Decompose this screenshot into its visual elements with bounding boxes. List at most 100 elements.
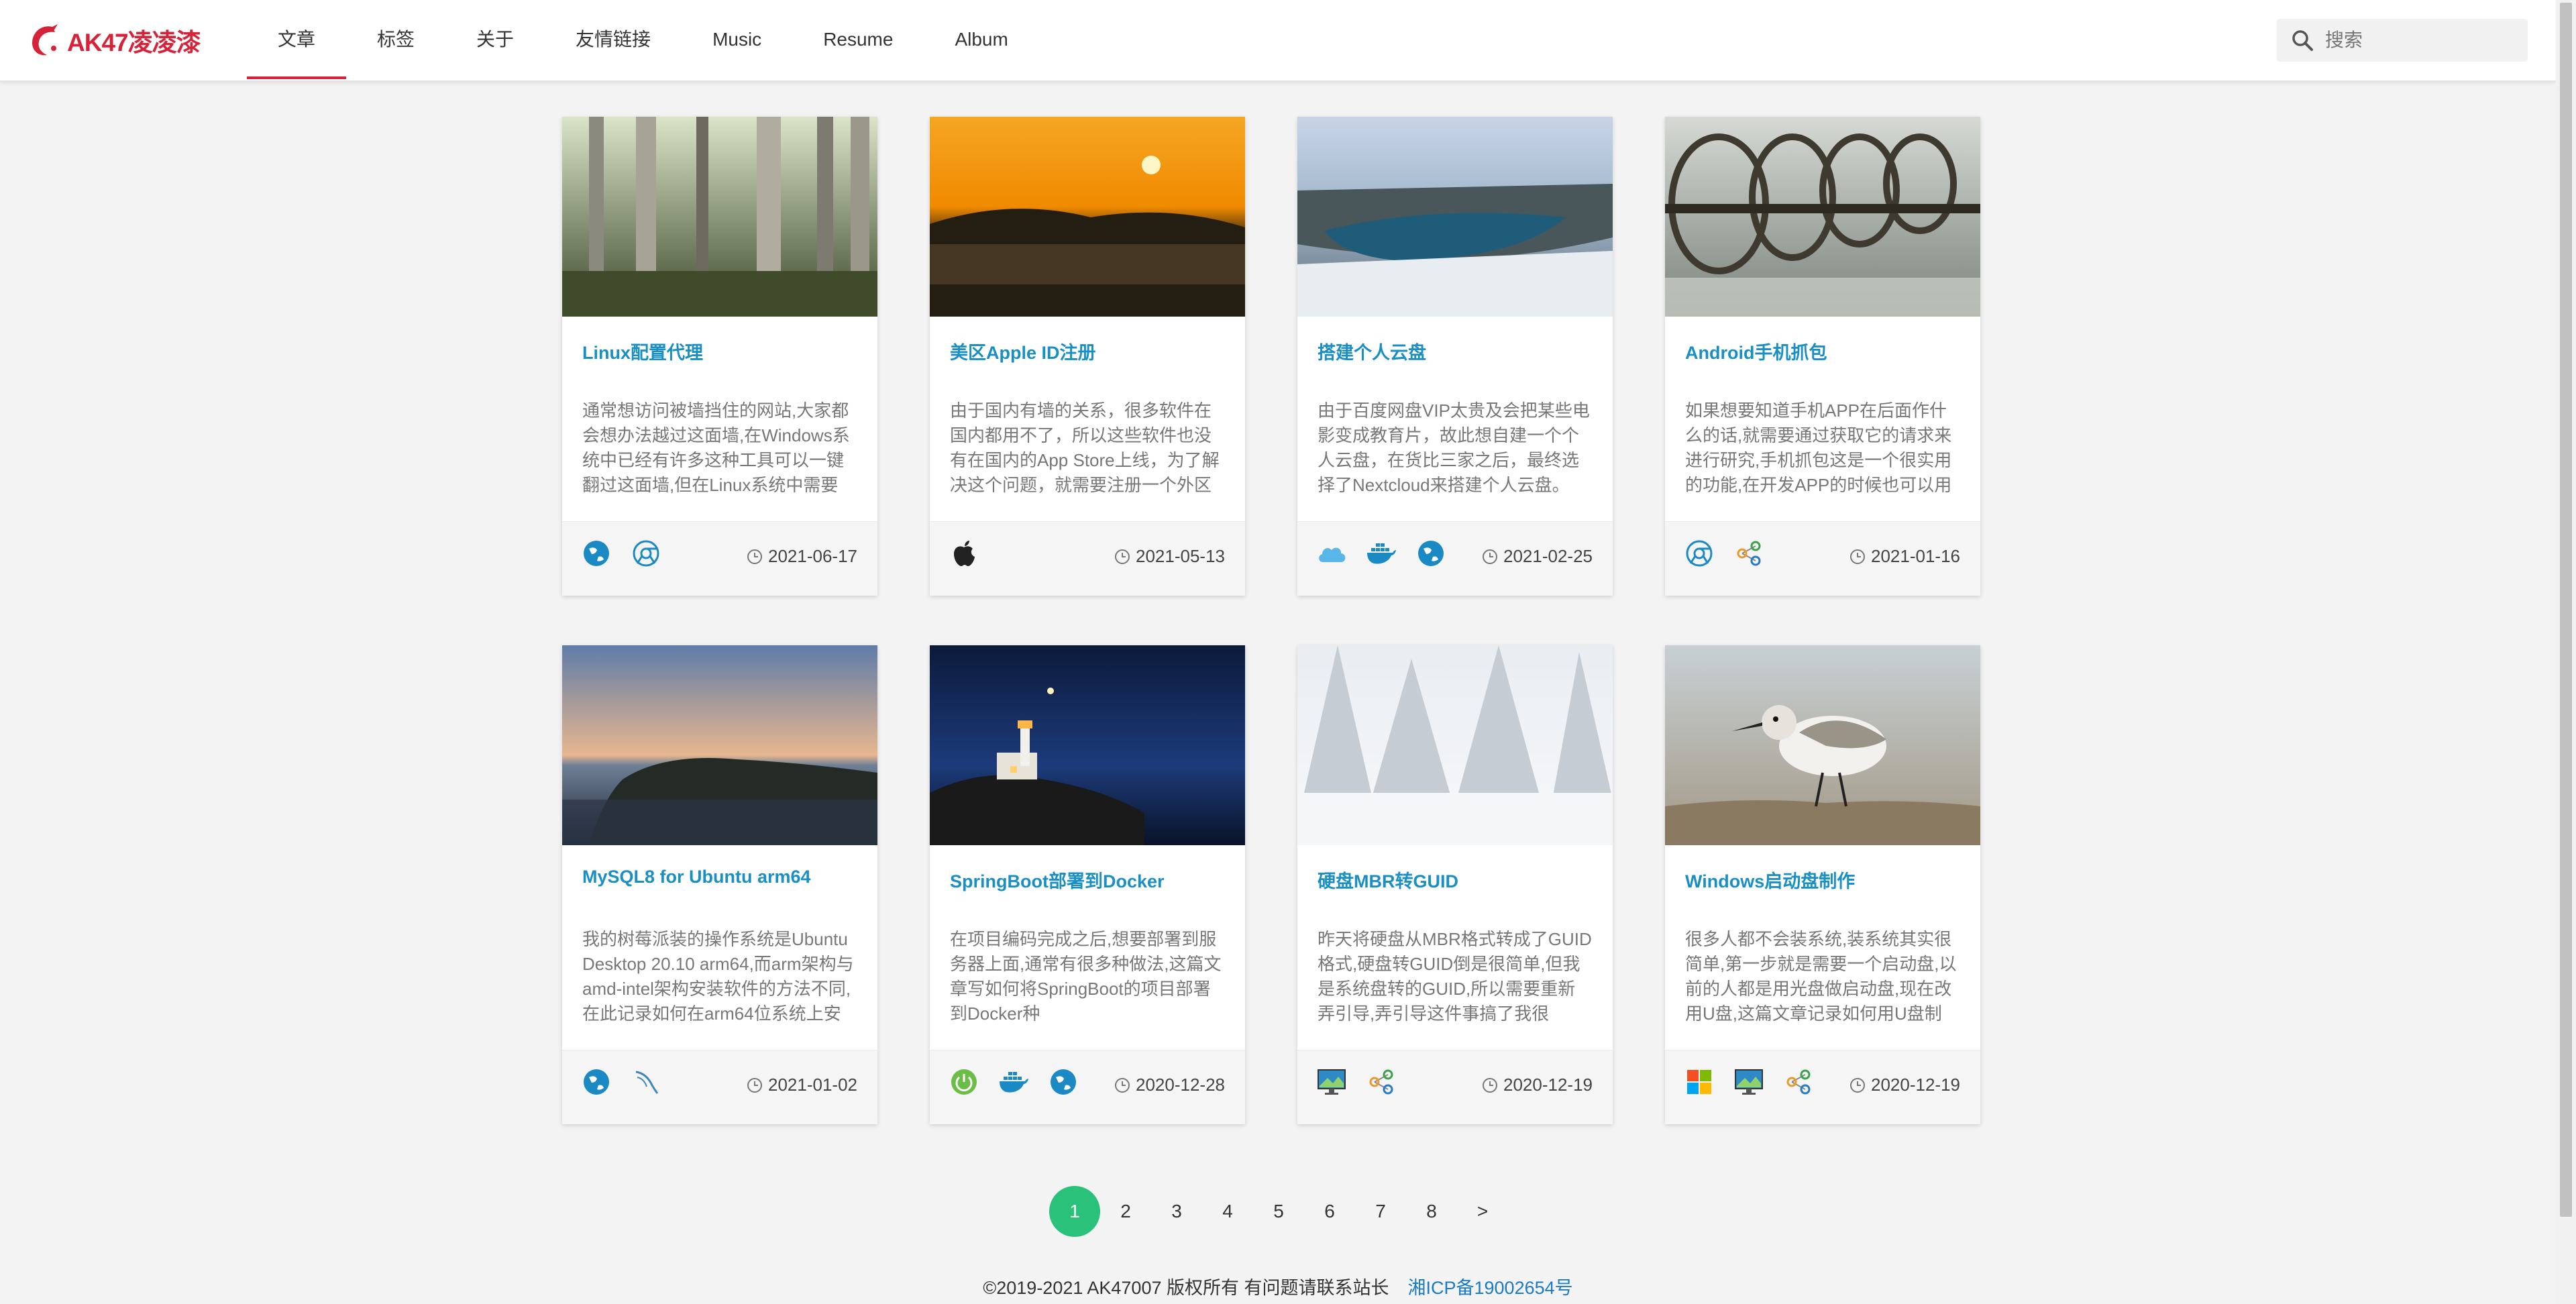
windows-icon[interactable] <box>1684 1067 1715 1097</box>
forest-photo[interactable] <box>562 117 877 317</box>
card-description: 由于百度网盘VIP太贵及会把某些电影变成教育片，故此想自建一个个人云盘，在货比三… <box>1318 400 1590 495</box>
river-canyon-photo[interactable] <box>1297 117 1613 317</box>
date-text: 2020-12-28 <box>1136 1075 1225 1095</box>
nav-item-music[interactable]: Music <box>682 0 792 79</box>
page-6-button[interactable]: 6 <box>1304 1186 1355 1237</box>
card-footer: 2020-12-28 <box>930 1050 1245 1124</box>
lighthouse-photo[interactable] <box>930 645 1245 845</box>
page-5-button[interactable]: 5 <box>1253 1186 1304 1237</box>
nav-item-resume[interactable]: Resume <box>792 0 924 79</box>
card-footer: 2020-12-19 <box>1665 1050 1980 1124</box>
monitor-icon[interactable] <box>1316 1067 1347 1097</box>
card-description: 如果想要知道手机APP在后面作什么的话,就需要通过获取它的请求来进行研究,手机抓… <box>1685 400 1952 495</box>
card-date: 2020-12-19 <box>1849 1075 1960 1095</box>
card-title[interactable]: Windows启动盘制作 <box>1685 867 1855 893</box>
card-title[interactable]: SpringBoot部署到Docker <box>950 867 1165 893</box>
page-4-button[interactable]: 4 <box>1202 1186 1253 1237</box>
clock-icon <box>1850 549 1865 564</box>
docker-icon[interactable] <box>1366 538 1397 569</box>
card-title[interactable]: 搭建个人云盘 <box>1318 338 1426 364</box>
main-nav: 文章 标签 关于 友情链接 Music Resume Album <box>247 0 1039 80</box>
cloud-icon[interactable] <box>1316 538 1347 569</box>
sunset-lake-photo[interactable] <box>930 117 1245 317</box>
card-title[interactable]: 美区Apple ID注册 <box>950 338 1096 364</box>
article-card[interactable]: Linux配置代理 通常想访问被墙挡住的网站,大家都会想办法越过这面墙,在Win… <box>562 117 877 596</box>
clock-icon <box>747 549 762 564</box>
share-icon[interactable] <box>1733 538 1764 569</box>
article-card[interactable]: Android手机抓包 如果想要知道手机APP在后面作什么的话,就需要通过获取它… <box>1665 117 1980 596</box>
card-date: 2020-12-28 <box>1114 1075 1225 1095</box>
card-footer: 2021-02-25 <box>1297 521 1613 596</box>
card-description: 由于国内有墙的关系，很多软件在国内都用不了，所以这些软件也没有在国内的App S… <box>950 400 1220 495</box>
chrome-icon[interactable] <box>631 538 661 569</box>
page-1-button[interactable]: 1 <box>1049 1186 1100 1237</box>
nav-item-album[interactable]: Album <box>924 0 1038 79</box>
date-text: 2020-12-19 <box>1871 1075 1960 1095</box>
globe-icon[interactable] <box>1048 1067 1079 1097</box>
monitor-icon[interactable] <box>1733 1067 1764 1097</box>
sandpiper-photo[interactable] <box>1665 645 1980 845</box>
card-title[interactable]: MySQL8 for Ubuntu arm64 <box>582 867 811 887</box>
card-description: 昨天将硬盘从MBR格式转成了GUID格式,硬盘转GUID倒是很简单,但我是系统盘… <box>1318 929 1592 1024</box>
scrollbar-thumb[interactable] <box>2560 3 2572 1217</box>
article-card[interactable]: 硬盘MBR转GUID 昨天将硬盘从MBR格式转成了GUID格式,硬盘转GUID倒… <box>1297 645 1613 1124</box>
globe-icon[interactable] <box>1415 538 1446 569</box>
search-input[interactable] <box>2324 29 2521 52</box>
card-description: 通常想访问被墙挡住的网站,大家都会想办法越过这面墙,在Windows系统中已经有… <box>582 400 850 495</box>
card-footer: 2020-12-19 <box>1297 1050 1613 1124</box>
card-date: 2021-05-13 <box>1114 546 1225 567</box>
next-page-button[interactable]: > <box>1457 1186 1508 1237</box>
card-date: 2021-02-25 <box>1482 546 1593 567</box>
globe-icon[interactable] <box>581 1067 612 1097</box>
mysql-icon[interactable] <box>631 1067 661 1097</box>
card-title[interactable]: 硬盘MBR转GUID <box>1318 867 1458 893</box>
chrome-icon[interactable] <box>1684 538 1715 569</box>
share-icon[interactable] <box>1366 1067 1397 1097</box>
nav-item-friend-links[interactable]: 友情链接 <box>545 0 682 79</box>
card-date: 2021-01-02 <box>747 1075 857 1095</box>
nav-item-about[interactable]: 关于 <box>445 0 545 79</box>
apple-icon[interactable] <box>949 538 979 569</box>
coast-dusk-photo[interactable] <box>562 645 877 845</box>
page-2-button[interactable]: 2 <box>1100 1186 1151 1237</box>
article-card[interactable]: SpringBoot部署到Docker 在项目编码完成之后,想要部署到服务器上面… <box>930 645 1245 1124</box>
page-8-button[interactable]: 8 <box>1406 1186 1457 1237</box>
page-scrollbar[interactable] <box>2556 0 2576 1304</box>
page-3-button[interactable]: 3 <box>1151 1186 1202 1237</box>
icp-link[interactable]: 湘ICP备19002654号 <box>1408 1278 1573 1298</box>
card-title[interactable]: Linux配置代理 <box>582 338 703 364</box>
article-card[interactable]: MySQL8 for Ubuntu arm64 我的树莓派装的操作系统是Ubun… <box>562 645 877 1124</box>
clock-icon <box>1483 1077 1497 1093</box>
share-icon[interactable] <box>1783 1067 1814 1097</box>
copyright-text: ©2019-2021 AK47007 版权所有 有问题请联系站长 <box>983 1278 1389 1298</box>
card-footer: 2021-05-13 <box>930 521 1245 596</box>
card-date: 2020-12-19 <box>1482 1075 1593 1095</box>
site-logo[interactable]: AK47凌凌漆 <box>27 19 201 62</box>
globe-icon[interactable] <box>581 538 612 569</box>
card-description: 很多人都不会装系统,装系统其实很简单,第一步就是需要一个启动盘,以前的人都是用光… <box>1685 929 1957 1024</box>
top-header: AK47凌凌漆 文章 标签 关于 友情链接 Music Resume Album <box>0 0 2556 82</box>
docker-icon[interactable] <box>998 1067 1029 1097</box>
nav-item-tags[interactable]: 标签 <box>346 0 445 79</box>
wheels-photo[interactable] <box>1665 117 1980 317</box>
card-title[interactable]: Android手机抓包 <box>1685 338 1827 364</box>
page-footer: ©2019-2021 AK47007 版权所有 有问题请联系站长 湘ICP备190… <box>0 1273 2556 1299</box>
clock-icon <box>1850 1077 1865 1093</box>
page-7-button[interactable]: 7 <box>1355 1186 1406 1237</box>
card-footer: 2021-01-16 <box>1665 521 1980 596</box>
site-name: AK47凌凌漆 <box>67 29 201 56</box>
card-footer: 2021-06-17 <box>562 521 877 596</box>
article-card[interactable]: 美区Apple ID注册 由于国内有墙的关系，很多软件在国内都用不了，所以这些软… <box>930 117 1245 596</box>
article-card[interactable]: 搭建个人云盘 由于百度网盘VIP太贵及会把某些电影变成教育片，故此想自建一个个人… <box>1297 117 1613 596</box>
search-icon[interactable] <box>2290 28 2314 52</box>
clock-icon <box>1115 549 1130 564</box>
date-text: 2020-12-19 <box>1503 1075 1593 1095</box>
logo-icon <box>32 24 58 56</box>
clock-icon <box>747 1077 762 1093</box>
article-card[interactable]: Windows启动盘制作 很多人都不会装系统,装系统其实很简单,第一步就是需要一… <box>1665 645 1980 1124</box>
snow-trees-photo[interactable] <box>1297 645 1613 845</box>
nav-item-articles[interactable]: 文章 <box>247 0 347 79</box>
power-icon[interactable] <box>949 1067 979 1097</box>
search-box[interactable] <box>2277 19 2528 62</box>
card-date: 2021-01-16 <box>1849 546 1960 567</box>
